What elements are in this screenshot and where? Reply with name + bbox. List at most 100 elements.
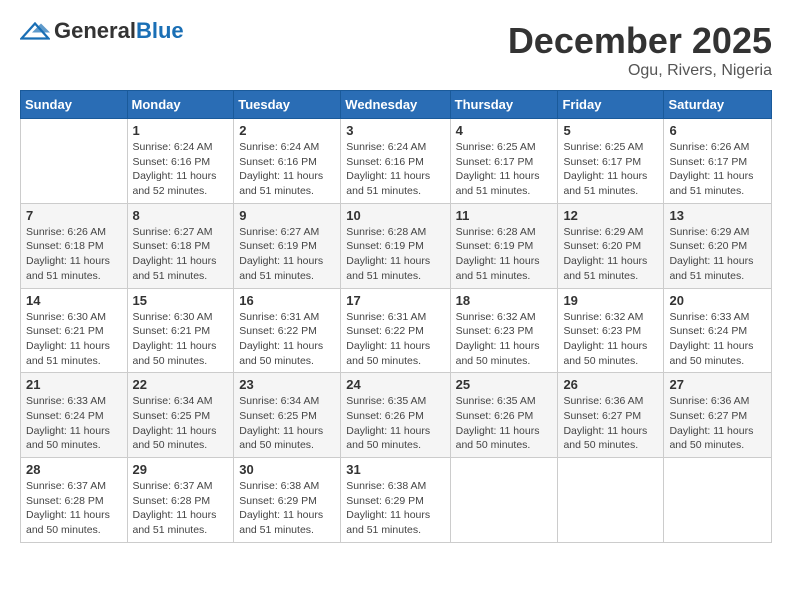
day-number: 10: [346, 208, 444, 223]
calendar-week-row: 14 Sunrise: 6:30 AM Sunset: 6:21 PM Dayli…: [21, 288, 772, 373]
day-info: Sunrise: 6:25 AM Sunset: 6:17 PM Dayligh…: [563, 140, 658, 199]
calendar-cell: 29 Sunrise: 6:37 AM Sunset: 6:28 PM Dayli…: [127, 458, 234, 543]
calendar-cell: 4 Sunrise: 6:25 AM Sunset: 6:17 PM Daylig…: [450, 119, 558, 204]
day-number: 25: [456, 377, 553, 392]
calendar-cell: 7 Sunrise: 6:26 AM Sunset: 6:18 PM Daylig…: [21, 203, 128, 288]
main-title: December 2025: [508, 20, 772, 62]
logo-icon: [20, 22, 50, 40]
calendar-table: SundayMondayTuesdayWednesdayThursdayFrid…: [20, 90, 772, 543]
day-number: 24: [346, 377, 444, 392]
day-info: Sunrise: 6:38 AM Sunset: 6:29 PM Dayligh…: [346, 479, 444, 538]
day-of-week-header: Tuesday: [234, 91, 341, 119]
calendar-cell: 9Sunrise: 6:27 AM Sunset: 6:19 PM Daylig…: [234, 203, 341, 288]
day-number: 11: [456, 208, 553, 223]
day-info: Sunrise: 6:37 AM Sunset: 6:28 PM Dayligh…: [133, 479, 229, 538]
day-of-week-header: Sunday: [21, 91, 128, 119]
sub-title: Ogu, Rivers, Nigeria: [508, 62, 772, 80]
calendar-cell: [21, 119, 128, 204]
day-number: 17: [346, 293, 444, 308]
calendar-cell: 12 Sunrise: 6:29 AM Sunset: 6:20 PM Dayli…: [558, 203, 664, 288]
calendar-cell: 17 Sunrise: 6:31 AM Sunset: 6:22 PM Dayli…: [341, 288, 450, 373]
day-info: Sunrise: 6:31 AM Sunset: 6:22 PM Dayligh…: [346, 310, 444, 369]
calendar-cell: 11 Sunrise: 6:28 AM Sunset: 6:19 PM Dayli…: [450, 203, 558, 288]
calendar-cell: 16Sunrise: 6:31 AM Sunset: 6:22 PM Dayli…: [234, 288, 341, 373]
day-number: 6: [669, 123, 766, 138]
day-info: Sunrise: 6:38 AM Sunset: 6:29 PM Dayligh…: [239, 479, 335, 538]
calendar-cell: 2Sunrise: 6:24 AM Sunset: 6:16 PM Daylig…: [234, 119, 341, 204]
day-info: Sunrise: 6:35 AM Sunset: 6:26 PM Dayligh…: [456, 394, 553, 453]
day-number: 14: [26, 293, 122, 308]
day-number: 15: [133, 293, 229, 308]
day-info: Sunrise: 6:36 AM Sunset: 6:27 PM Dayligh…: [669, 394, 766, 453]
calendar-cell: 15Sunrise: 6:30 AM Sunset: 6:21 PM Dayli…: [127, 288, 234, 373]
day-info: Sunrise: 6:33 AM Sunset: 6:24 PM Dayligh…: [26, 394, 122, 453]
day-number: 8: [133, 208, 229, 223]
day-of-week-header: Wednesday: [341, 91, 450, 119]
day-info: Sunrise: 6:28 AM Sunset: 6:19 PM Dayligh…: [346, 225, 444, 284]
day-number: 20: [669, 293, 766, 308]
day-number: 22: [133, 377, 229, 392]
day-number: 19: [563, 293, 658, 308]
day-info: Sunrise: 6:24 AM Sunset: 6:16 PM Dayligh…: [133, 140, 229, 199]
day-number: 5: [563, 123, 658, 138]
day-info: Sunrise: 6:30 AM Sunset: 6:21 PM Dayligh…: [26, 310, 122, 369]
day-number: 4: [456, 123, 553, 138]
day-of-week-header: Friday: [558, 91, 664, 119]
day-info: Sunrise: 6:25 AM Sunset: 6:17 PM Dayligh…: [456, 140, 553, 199]
day-number: 18: [456, 293, 553, 308]
calendar-cell: [558, 458, 664, 543]
day-info: Sunrise: 6:32 AM Sunset: 6:23 PM Dayligh…: [456, 310, 553, 369]
calendar-cell: 3Sunrise: 6:24 AM Sunset: 6:16 PM Daylig…: [341, 119, 450, 204]
day-number: 9: [239, 208, 335, 223]
calendar-cell: 18 Sunrise: 6:32 AM Sunset: 6:23 PM Dayli…: [450, 288, 558, 373]
day-number: 2: [239, 123, 335, 138]
day-number: 23: [239, 377, 335, 392]
calendar-cell: 5 Sunrise: 6:25 AM Sunset: 6:17 PM Daylig…: [558, 119, 664, 204]
day-info: Sunrise: 6:27 AM Sunset: 6:18 PM Dayligh…: [133, 225, 229, 284]
day-info: Sunrise: 6:34 AM Sunset: 6:25 PM Dayligh…: [239, 394, 335, 453]
calendar-header-row: SundayMondayTuesdayWednesdayThursdayFrid…: [21, 91, 772, 119]
day-info: Sunrise: 6:29 AM Sunset: 6:20 PM Dayligh…: [669, 225, 766, 284]
calendar-cell: 27 Sunrise: 6:36 AM Sunset: 6:27 PM Dayli…: [664, 373, 772, 458]
calendar-cell: 13 Sunrise: 6:29 AM Sunset: 6:20 PM Dayli…: [664, 203, 772, 288]
calendar-cell: 1 Sunrise: 6:24 AM Sunset: 6:16 PM Daylig…: [127, 119, 234, 204]
day-of-week-header: Monday: [127, 91, 234, 119]
day-of-week-header: Saturday: [664, 91, 772, 119]
day-info: Sunrise: 6:28 AM Sunset: 6:19 PM Dayligh…: [456, 225, 553, 284]
calendar-cell: 31 Sunrise: 6:38 AM Sunset: 6:29 PM Dayli…: [341, 458, 450, 543]
day-number: 30: [239, 462, 335, 477]
day-number: 26: [563, 377, 658, 392]
calendar-cell: 21 Sunrise: 6:33 AM Sunset: 6:24 PM Dayli…: [21, 373, 128, 458]
day-info: Sunrise: 6:37 AM Sunset: 6:28 PM Dayligh…: [26, 479, 122, 538]
title-section: December 2025 Ogu, Rivers, Nigeria: [508, 20, 772, 80]
calendar-week-row: 7 Sunrise: 6:26 AM Sunset: 6:18 PM Daylig…: [21, 203, 772, 288]
day-info: Sunrise: 6:35 AM Sunset: 6:26 PM Dayligh…: [346, 394, 444, 453]
day-number: 1: [133, 123, 229, 138]
day-number: 13: [669, 208, 766, 223]
day-info: Sunrise: 6:24 AM Sunset: 6:16 PM Dayligh…: [346, 140, 444, 199]
calendar-cell: 8 Sunrise: 6:27 AM Sunset: 6:18 PM Daylig…: [127, 203, 234, 288]
day-number: 16: [239, 293, 335, 308]
logo-text: GeneralBlue: [54, 20, 184, 42]
calendar-cell: 25 Sunrise: 6:35 AM Sunset: 6:26 PM Dayli…: [450, 373, 558, 458]
day-number: 7: [26, 208, 122, 223]
calendar-cell: [664, 458, 772, 543]
day-number: 29: [133, 462, 229, 477]
day-number: 31: [346, 462, 444, 477]
calendar-cell: 26Sunrise: 6:36 AM Sunset: 6:27 PM Dayli…: [558, 373, 664, 458]
day-info: Sunrise: 6:26 AM Sunset: 6:18 PM Dayligh…: [26, 225, 122, 284]
day-of-week-header: Thursday: [450, 91, 558, 119]
page-header: GeneralBlue December 2025 Ogu, Rivers, N…: [20, 20, 772, 80]
calendar-week-row: 21 Sunrise: 6:33 AM Sunset: 6:24 PM Dayli…: [21, 373, 772, 458]
day-info: Sunrise: 6:29 AM Sunset: 6:20 PM Dayligh…: [563, 225, 658, 284]
day-number: 27: [669, 377, 766, 392]
day-number: 12: [563, 208, 658, 223]
calendar-cell: 30 Sunrise: 6:38 AM Sunset: 6:29 PM Dayli…: [234, 458, 341, 543]
calendar-cell: 19Sunrise: 6:32 AM Sunset: 6:23 PM Dayli…: [558, 288, 664, 373]
calendar-cell: 20Sunrise: 6:33 AM Sunset: 6:24 PM Dayli…: [664, 288, 772, 373]
day-number: 28: [26, 462, 122, 477]
day-info: Sunrise: 6:26 AM Sunset: 6:17 PM Dayligh…: [669, 140, 766, 199]
calendar-cell: 10 Sunrise: 6:28 AM Sunset: 6:19 PM Dayli…: [341, 203, 450, 288]
calendar-cell: 6 Sunrise: 6:26 AM Sunset: 6:17 PM Daylig…: [664, 119, 772, 204]
day-number: 21: [26, 377, 122, 392]
